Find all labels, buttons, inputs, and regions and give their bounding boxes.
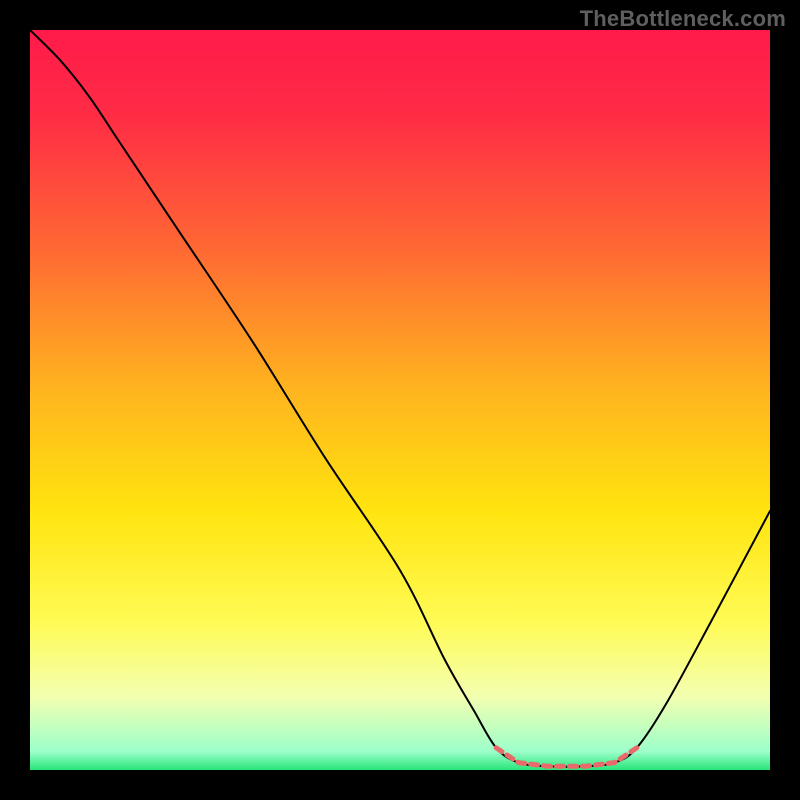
watermark-text: TheBottleneck.com — [580, 6, 786, 32]
gradient-background — [30, 30, 770, 770]
chart-svg — [30, 30, 770, 770]
chart-canvas — [30, 30, 770, 770]
chart-frame: TheBottleneck.com — [0, 0, 800, 800]
